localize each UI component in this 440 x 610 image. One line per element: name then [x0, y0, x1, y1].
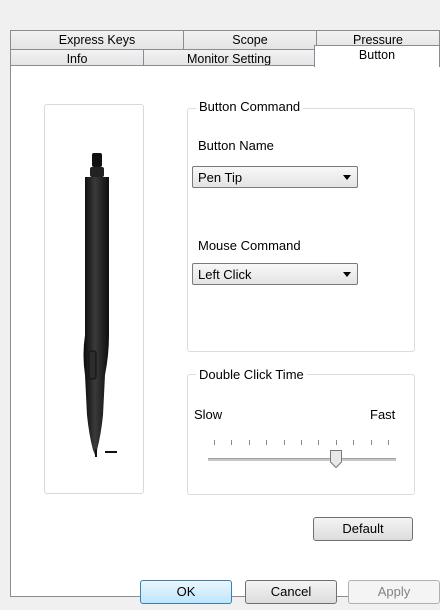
button-name-label: Button Name	[198, 138, 274, 153]
mouse-command-label: Mouse Command	[198, 238, 301, 253]
mouse-command-select[interactable]: Left Click	[192, 263, 358, 285]
slider-tick	[231, 440, 233, 445]
slider-tick	[318, 440, 320, 445]
tab-label: Express Keys	[58, 33, 136, 47]
default-button[interactable]: Default	[313, 517, 413, 541]
button-name-value: Pen Tip	[198, 170, 243, 185]
fast-label: Fast	[370, 407, 396, 422]
slider-tick	[370, 440, 372, 445]
apply-button: Apply	[348, 580, 440, 604]
slider-tick	[301, 440, 302, 445]
tab-label: Button	[358, 48, 396, 62]
button-name-select[interactable]: Pen Tip	[192, 166, 358, 188]
tab-label: Monitor Setting	[186, 52, 272, 66]
chevron-down-icon	[343, 272, 351, 277]
double-click-time-title: Double Click Time	[196, 367, 307, 382]
tab-express-keys[interactable]: Express Keys	[10, 30, 184, 50]
slider-tick	[335, 440, 337, 445]
slider-tick	[248, 440, 250, 445]
tab-label: Info	[66, 52, 88, 66]
double-click-slider-track[interactable]	[208, 458, 396, 461]
mouse-command-value: Left Click	[198, 267, 252, 282]
double-click-time-group	[187, 374, 415, 495]
slider-tick	[353, 440, 355, 445]
cancel-button[interactable]: Cancel	[245, 580, 337, 604]
tab-button[interactable]: Button	[314, 45, 440, 67]
tab-scope[interactable]: Scope	[183, 30, 317, 50]
pen-preview	[44, 104, 144, 494]
ok-button[interactable]: OK	[140, 580, 232, 604]
button-command-title: Button Command	[196, 99, 304, 114]
tab-label: Scope	[232, 33, 268, 47]
slider-tick	[283, 440, 285, 445]
slider-tick	[266, 440, 268, 445]
slow-label: Slow	[194, 407, 223, 422]
double-click-slider-thumb[interactable]	[329, 449, 343, 469]
slider-tick	[388, 440, 389, 445]
chevron-down-icon	[343, 175, 351, 180]
slider-tick	[214, 440, 215, 445]
pen-image	[83, 153, 117, 457]
